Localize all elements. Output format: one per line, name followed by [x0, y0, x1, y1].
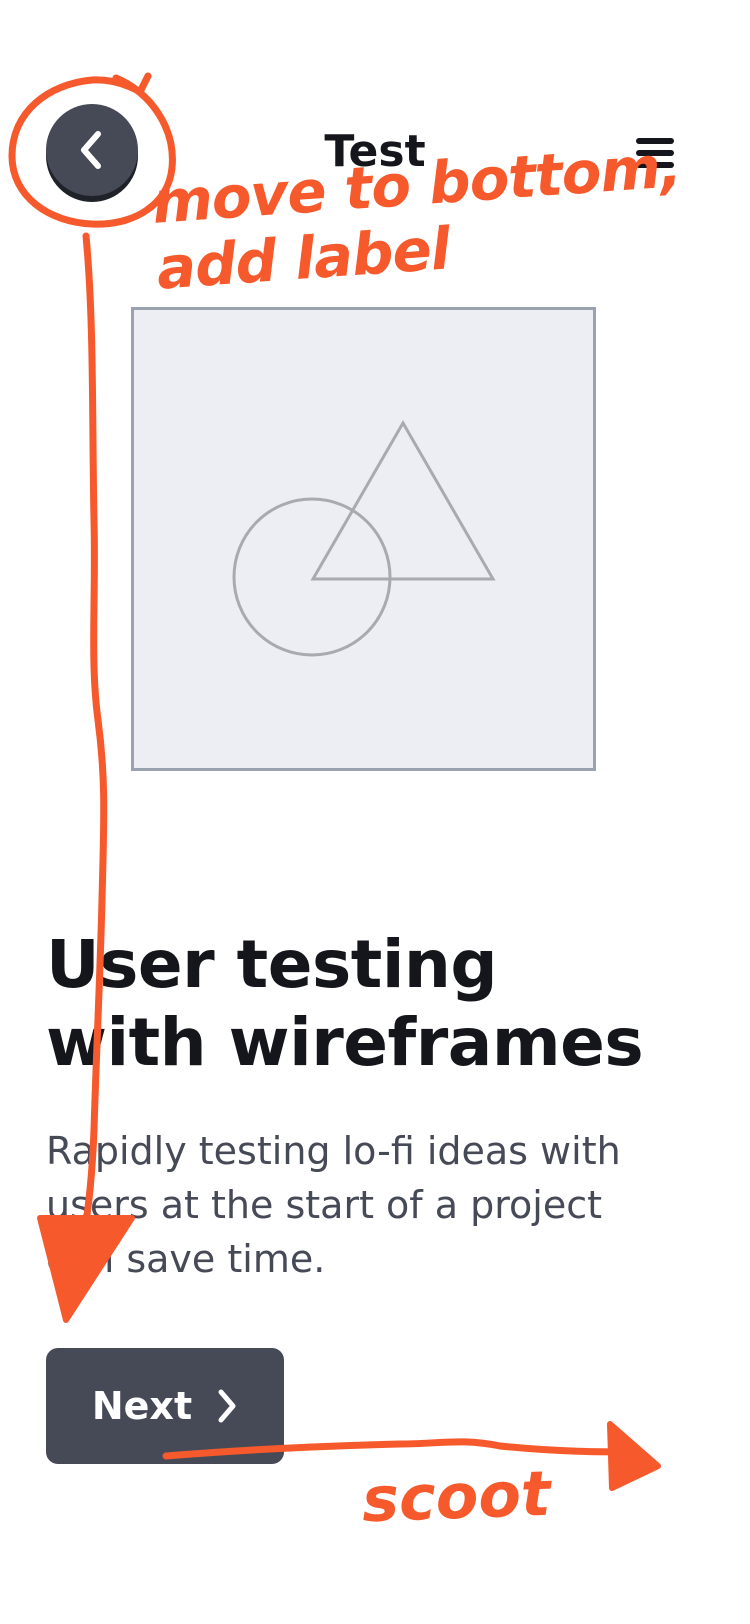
image-placeholder-icon — [232, 419, 496, 657]
next-button-label: Next — [91, 1384, 193, 1428]
hamburger-menu-icon — [636, 138, 674, 144]
menu-button[interactable] — [634, 136, 676, 174]
body-text: Rapidly testing lo-fi ideas with users a… — [46, 1124, 706, 1286]
chevron-right-icon — [218, 1389, 236, 1423]
body-line-1: Rapidly testing lo-fi ideas with — [46, 1129, 621, 1173]
body-line-3: can save time. — [46, 1237, 326, 1281]
body-line-2: users at the start of a project — [46, 1183, 603, 1227]
next-button[interactable]: Next — [46, 1348, 284, 1464]
annotation-note-move-line-2: add label — [154, 214, 452, 303]
hamburger-menu-icon-bar — [636, 162, 674, 168]
hamburger-menu-icon-bar — [636, 150, 674, 156]
annotation-note-scoot: scoot — [360, 1456, 552, 1537]
placeholder-triangle — [310, 419, 496, 581]
annotation-arrow-right-head — [607, 1421, 661, 1491]
image-placeholder — [131, 307, 596, 771]
headline-line-2: with wireframes — [46, 1004, 644, 1081]
headline: User testing with wireframes — [46, 926, 726, 1082]
placeholder-circle — [232, 497, 392, 657]
headline-line-1: User testing — [46, 926, 498, 1003]
screen: Test User testing with wireframes Rapidl… — [0, 0, 750, 1624]
